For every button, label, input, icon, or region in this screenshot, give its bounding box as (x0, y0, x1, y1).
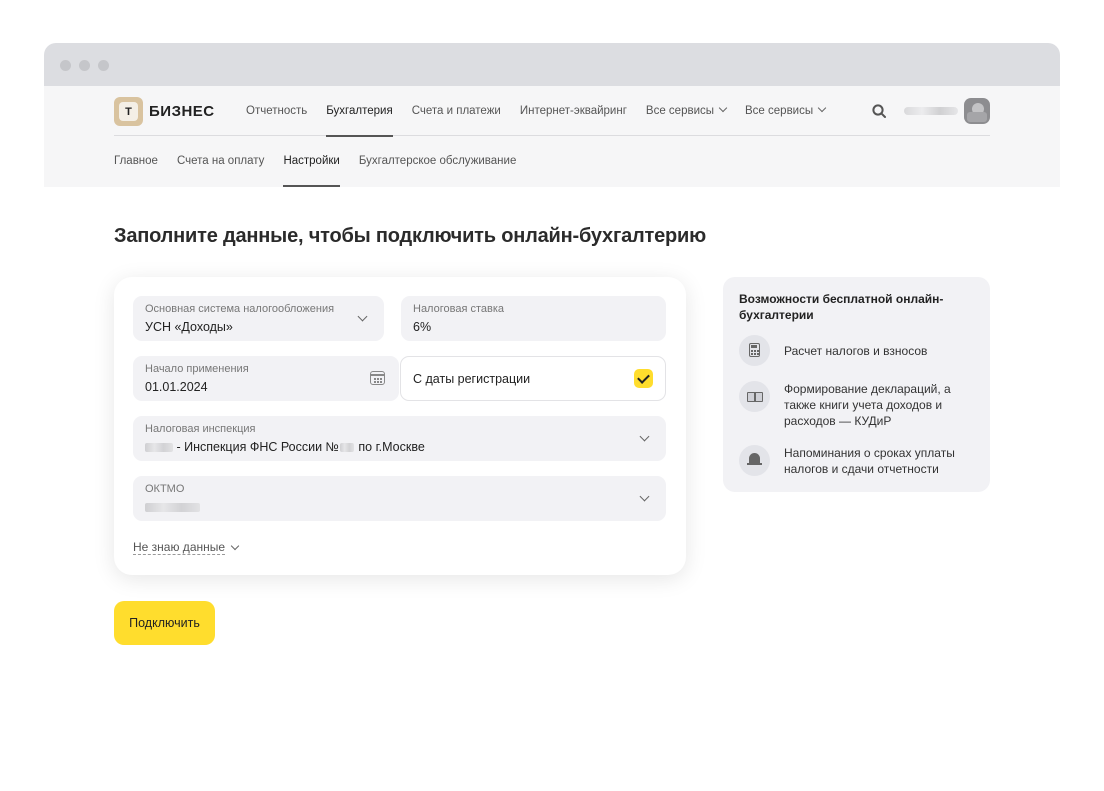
window-minimize-dot[interactable] (79, 60, 90, 71)
settings-form-card: Основная система налогообложения УСН «До… (114, 277, 686, 575)
checkbox-label: С даты регистрации (413, 372, 531, 386)
dont-know-data-link[interactable]: Не знаю данные (133, 540, 240, 555)
field-value: 6% (413, 320, 432, 334)
chevron-down-icon (639, 431, 650, 442)
chevron-down-icon (357, 311, 368, 322)
subnav-item-label: Бухгалтерское обслуживание (358, 155, 517, 167)
top-navigation: Т БИЗНЕС Отчетность Бухгалтерия Счета и … (114, 86, 990, 137)
feature-item: Формирование деклараций, а также книги у… (739, 381, 969, 429)
window-titlebar (44, 43, 1060, 86)
menu-item-label: Все сервисы (745, 105, 814, 117)
field-value: 01.01.2024 (145, 380, 208, 394)
feature-text: Расчет налогов и взносов (784, 344, 928, 358)
menu-item-label: Счета и платежи (411, 105, 501, 117)
brand-badge-letter: Т (119, 102, 138, 121)
field-label: Налоговая ставка (413, 303, 505, 315)
window-close-dot[interactable] (60, 60, 71, 71)
redacted-number (339, 443, 354, 453)
brand-logo[interactable]: Т БИЗНЕС (114, 97, 215, 126)
page-title: Заполните данные, чтобы подключить онлай… (114, 225, 707, 247)
header: Т БИЗНЕС Отчетность Бухгалтерия Счета и … (44, 86, 1060, 187)
menu-item-reports[interactable]: Отчетность (246, 86, 307, 136)
brand-name: БИЗНЕС (149, 103, 215, 120)
feature-text: Напоминания о сроках уплаты налогов и сд… (784, 446, 955, 476)
brand-badge-icon: Т (114, 97, 143, 126)
chevron-down-icon (718, 103, 728, 113)
menu-item-label: Отчетность (246, 105, 308, 117)
field-value: - Инспекция ФНС России № по г.Москве (145, 440, 425, 454)
chevron-down-icon (230, 541, 240, 551)
feature-item: Напоминания о сроках уплаты налогов и сд… (739, 445, 969, 477)
menu-item-all-services[interactable]: Все сервисы (645, 86, 728, 136)
calculator-icon (739, 335, 770, 366)
subnav-item-settings[interactable]: Настройки (283, 136, 341, 187)
inspection-name: - Инспекция ФНС России № (173, 440, 339, 454)
book-icon (739, 381, 770, 412)
window-maximize-dot[interactable] (98, 60, 109, 71)
menu-item-accounts-payments[interactable]: Счета и платежи (412, 86, 501, 136)
field-label: Начало применения (145, 363, 249, 375)
chevron-down-icon (817, 103, 827, 113)
menu-item-accounting[interactable]: Бухгалтерия (326, 86, 394, 137)
subnav-item-label: Настройки (283, 155, 340, 167)
feature-item: Расчет налогов и взносов (739, 335, 969, 366)
subnav-item-label: Главное (114, 155, 158, 167)
inspection-city: по г.Москве (354, 440, 425, 454)
field-value: УСН «Доходы» (145, 320, 233, 334)
tax-inspection-select[interactable]: Налоговая инспекция - Инспекция ФНС Росс… (133, 416, 666, 461)
user-name-blurred[interactable] (904, 107, 958, 115)
bell-icon (739, 445, 770, 476)
feature-text: Формирование деклараций, а также книги у… (784, 382, 951, 428)
sub-navigation: Главное Счета на оплату Настройки Бухгал… (114, 136, 535, 187)
tax-system-select[interactable]: Основная система налогообложения УСН «До… (133, 296, 384, 341)
features-panel: Возможности бесплатной онлайн-бухгалтери… (723, 277, 990, 492)
search-icon[interactable] (872, 104, 886, 118)
subnav-item-main[interactable]: Главное (114, 136, 158, 187)
menu-item-label: Бухгалтерия (326, 105, 393, 117)
menu-item-label: Все сервисы (645, 105, 715, 117)
start-date-field[interactable]: Начало применения 01.01.2024 (133, 356, 399, 401)
field-value (145, 500, 200, 514)
checkbox-checked-icon[interactable] (634, 369, 653, 388)
redacted-code (145, 443, 173, 453)
tax-rate-field[interactable]: Налоговая ставка 6% (401, 296, 666, 341)
dont-know-label: Не знаю данные (133, 540, 226, 555)
subnav-item-invoices[interactable]: Счета на оплату (177, 136, 264, 187)
field-label: ОКТМО (145, 483, 185, 495)
menu-item-all-services-2[interactable]: Все сервисы (745, 86, 827, 136)
menu-item-label: Интернет-эквайринг (519, 105, 627, 117)
redacted-oktmo (145, 503, 200, 513)
field-label: Налоговая инспекция (145, 423, 256, 435)
subnav-item-label: Счета на оплату (176, 155, 265, 167)
avatar[interactable] (964, 98, 990, 124)
chevron-down-icon (639, 491, 650, 502)
menu-item-acquiring[interactable]: Интернет-эквайринг (520, 86, 627, 136)
field-label: Основная система налогообложения (145, 303, 335, 315)
from-registration-checkbox-field[interactable]: С даты регистрации (400, 356, 666, 401)
main-menu: Отчетность Бухгалтерия Счета и платежи И… (246, 86, 844, 137)
calendar-icon[interactable] (370, 371, 385, 385)
connect-button[interactable]: Подключить (114, 601, 215, 645)
oktmo-select[interactable]: ОКТМО (133, 476, 666, 521)
subnav-item-accounting-service[interactable]: Бухгалтерское обслуживание (359, 136, 517, 187)
features-title: Возможности бесплатной онлайн-бухгалтери… (739, 292, 944, 322)
